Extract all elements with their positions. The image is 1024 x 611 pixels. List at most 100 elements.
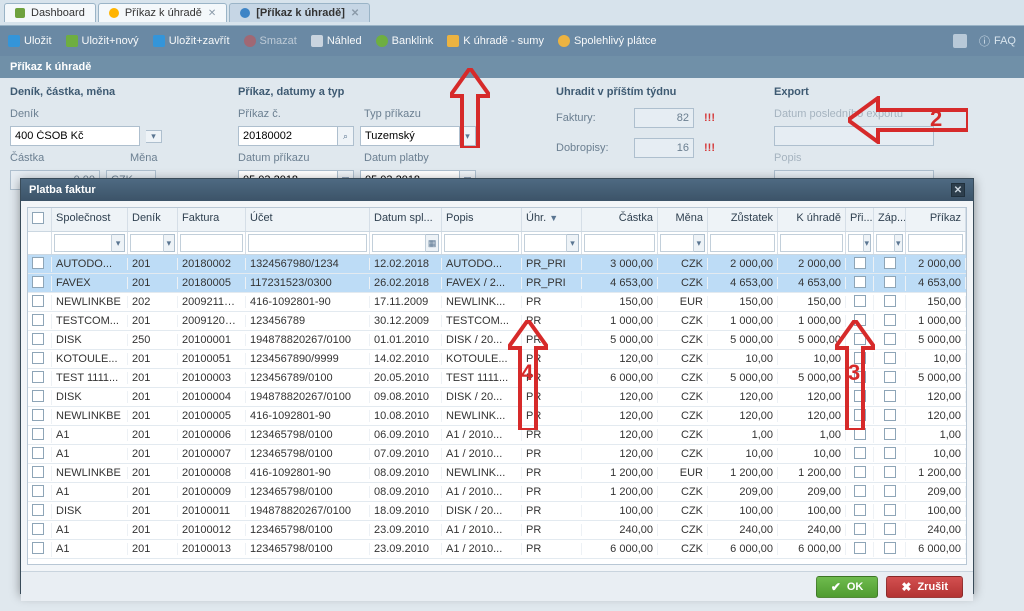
zap-checkbox[interactable] <box>884 314 896 326</box>
table-row[interactable]: FAVEX20120180005117231523/030026.02.2018… <box>28 274 966 293</box>
dropdown-icon[interactable]: ▾ <box>895 234 904 252</box>
col-castka[interactable]: Částka <box>582 208 658 231</box>
zap-checkbox[interactable] <box>884 409 896 421</box>
prikazc-input[interactable] <box>238 126 338 146</box>
filter-zus[interactable] <box>710 234 775 252</box>
tab-order-active[interactable]: [Příkaz k úhradě]✕ <box>229 3 370 22</box>
row-checkbox[interactable] <box>32 466 44 478</box>
pri-checkbox[interactable] <box>854 295 866 307</box>
pri-checkbox[interactable] <box>854 314 866 326</box>
grid-body[interactable]: AUTODO...201201800021324567980/123412.02… <box>28 255 966 564</box>
faq-button[interactable]: ⓘFAQ <box>979 33 1016 49</box>
settings-icon[interactable] <box>953 34 967 48</box>
dropdown-icon[interactable]: ▾ <box>694 234 705 252</box>
pri-checkbox[interactable] <box>854 257 866 269</box>
filter-uhr[interactable] <box>524 234 567 252</box>
table-row[interactable]: A120120100013123465798/010023.09.2010A1 … <box>28 540 966 559</box>
col-zustatek[interactable]: Zůstatek <box>708 208 778 231</box>
save-new-button[interactable]: Uložit+nový <box>66 35 139 47</box>
table-row[interactable]: A120120100006123465798/010006.09.2010A1 … <box>28 426 966 445</box>
col-select[interactable] <box>28 208 52 231</box>
col-spolecnost[interactable]: Společnost <box>52 208 128 231</box>
dropdown-icon[interactable]: ▾ <box>164 234 175 252</box>
table-row[interactable]: DISK20120100004194878820267/010009.08.20… <box>28 388 966 407</box>
preview-button[interactable]: Náhled <box>311 35 362 47</box>
close-icon[interactable]: ✕ <box>208 8 216 19</box>
row-checkbox[interactable] <box>32 257 44 269</box>
pri-checkbox[interactable] <box>854 428 866 440</box>
dropdown-icon[interactable]: ▾ <box>460 126 476 146</box>
row-checkbox[interactable] <box>32 542 44 554</box>
table-row[interactable]: NEWLINKBE2022009211001416-1092801-9017.1… <box>28 293 966 312</box>
row-checkbox[interactable] <box>32 276 44 288</box>
row-checkbox[interactable] <box>32 352 44 364</box>
zap-checkbox[interactable] <box>884 371 896 383</box>
table-row[interactable]: TESTCOM...201200912000312345678930.12.20… <box>28 312 966 331</box>
zap-checkbox[interactable] <box>884 428 896 440</box>
col-ucet[interactable]: Účet <box>246 208 370 231</box>
save-button[interactable]: Uložit <box>8 35 52 47</box>
col-datum[interactable]: Datum spl... <box>370 208 442 231</box>
dialog-close-icon[interactable]: ✕ <box>951 183 965 197</box>
zap-checkbox[interactable] <box>884 276 896 288</box>
col-prikaz[interactable]: Příkaz <box>906 208 966 231</box>
cancel-button[interactable]: ✖Zrušit <box>886 576 963 598</box>
zap-checkbox[interactable] <box>884 523 896 535</box>
pri-checkbox[interactable] <box>854 276 866 288</box>
dropdown-icon[interactable]: ▾ <box>864 234 871 252</box>
tab-order[interactable]: Příkaz k úhradě✕ <box>98 3 227 22</box>
row-checkbox[interactable] <box>32 428 44 440</box>
col-pri[interactable]: Při... <box>846 208 874 231</box>
table-row[interactable]: A120120100009123465798/010008.09.2010A1 … <box>28 483 966 502</box>
table-row[interactable]: TEST 1111...20120100003123456789/010020.… <box>28 369 966 388</box>
sums-button[interactable]: K úhradě - sumy <box>447 35 544 47</box>
calendar-icon[interactable]: ▦ <box>426 234 439 252</box>
filter-ucet[interactable] <box>248 234 367 252</box>
filter-pri[interactable] <box>848 234 864 252</box>
filter-zap[interactable] <box>876 234 895 252</box>
filter-prik[interactable] <box>908 234 963 252</box>
table-row[interactable]: A120120100007123465798/010007.09.2010A1 … <box>28 445 966 464</box>
zap-checkbox[interactable] <box>884 447 896 459</box>
col-popis[interactable]: Popis <box>442 208 522 231</box>
lookup-icon[interactable]: ⌕ <box>338 126 354 146</box>
table-row[interactable]: DISK25020100001194878820267/010001.01.20… <box>28 331 966 350</box>
col-denik[interactable]: Deník <box>128 208 178 231</box>
save-close-button[interactable]: Uložit+zavřít <box>153 35 230 47</box>
zap-checkbox[interactable] <box>884 352 896 364</box>
col-kuhrade[interactable]: K úhradě <box>778 208 846 231</box>
table-row[interactable]: NEWLINKBE20120100008416-1092801-9008.09.… <box>28 464 966 483</box>
pri-checkbox[interactable] <box>854 409 866 421</box>
reliable-payer-button[interactable]: Spolehlivý plátce <box>558 35 657 47</box>
table-row[interactable]: NEWLINKBE20120100005416-1092801-9010.08.… <box>28 407 966 426</box>
row-checkbox[interactable] <box>32 504 44 516</box>
zap-checkbox[interactable] <box>884 542 896 554</box>
filter-dat[interactable] <box>372 234 426 252</box>
row-checkbox[interactable] <box>32 333 44 345</box>
row-checkbox[interactable] <box>32 390 44 402</box>
table-row[interactable]: KOTOULE...201201000511234567890/999914.0… <box>28 350 966 369</box>
denik-input[interactable] <box>10 126 140 146</box>
pri-checkbox[interactable] <box>854 333 866 345</box>
tab-dashboard[interactable]: Dashboard <box>4 3 96 22</box>
filter-kuhr[interactable] <box>780 234 843 252</box>
banklink-button[interactable]: Banklink <box>376 35 434 47</box>
zap-checkbox[interactable] <box>884 485 896 497</box>
dropdown-icon[interactable]: ▾ <box>112 234 125 252</box>
filter-spol[interactable] <box>54 234 112 252</box>
filter-denik[interactable] <box>130 234 164 252</box>
col-zap[interactable]: Záp... <box>874 208 906 231</box>
dropdown-icon[interactable]: ▾ <box>567 234 579 252</box>
col-uhr[interactable]: Úhr. ▼ <box>522 208 582 231</box>
typ-input[interactable] <box>360 126 460 146</box>
filter-mena[interactable] <box>660 234 694 252</box>
filter-pop[interactable] <box>444 234 519 252</box>
zap-checkbox[interactable] <box>884 504 896 516</box>
pri-checkbox[interactable] <box>854 504 866 516</box>
pri-checkbox[interactable] <box>854 447 866 459</box>
zap-checkbox[interactable] <box>884 390 896 402</box>
close-icon[interactable]: ✕ <box>351 8 359 19</box>
zap-checkbox[interactable] <box>884 466 896 478</box>
table-row[interactable]: A120120100012123465798/010023.09.2010A1 … <box>28 521 966 540</box>
row-checkbox[interactable] <box>32 447 44 459</box>
